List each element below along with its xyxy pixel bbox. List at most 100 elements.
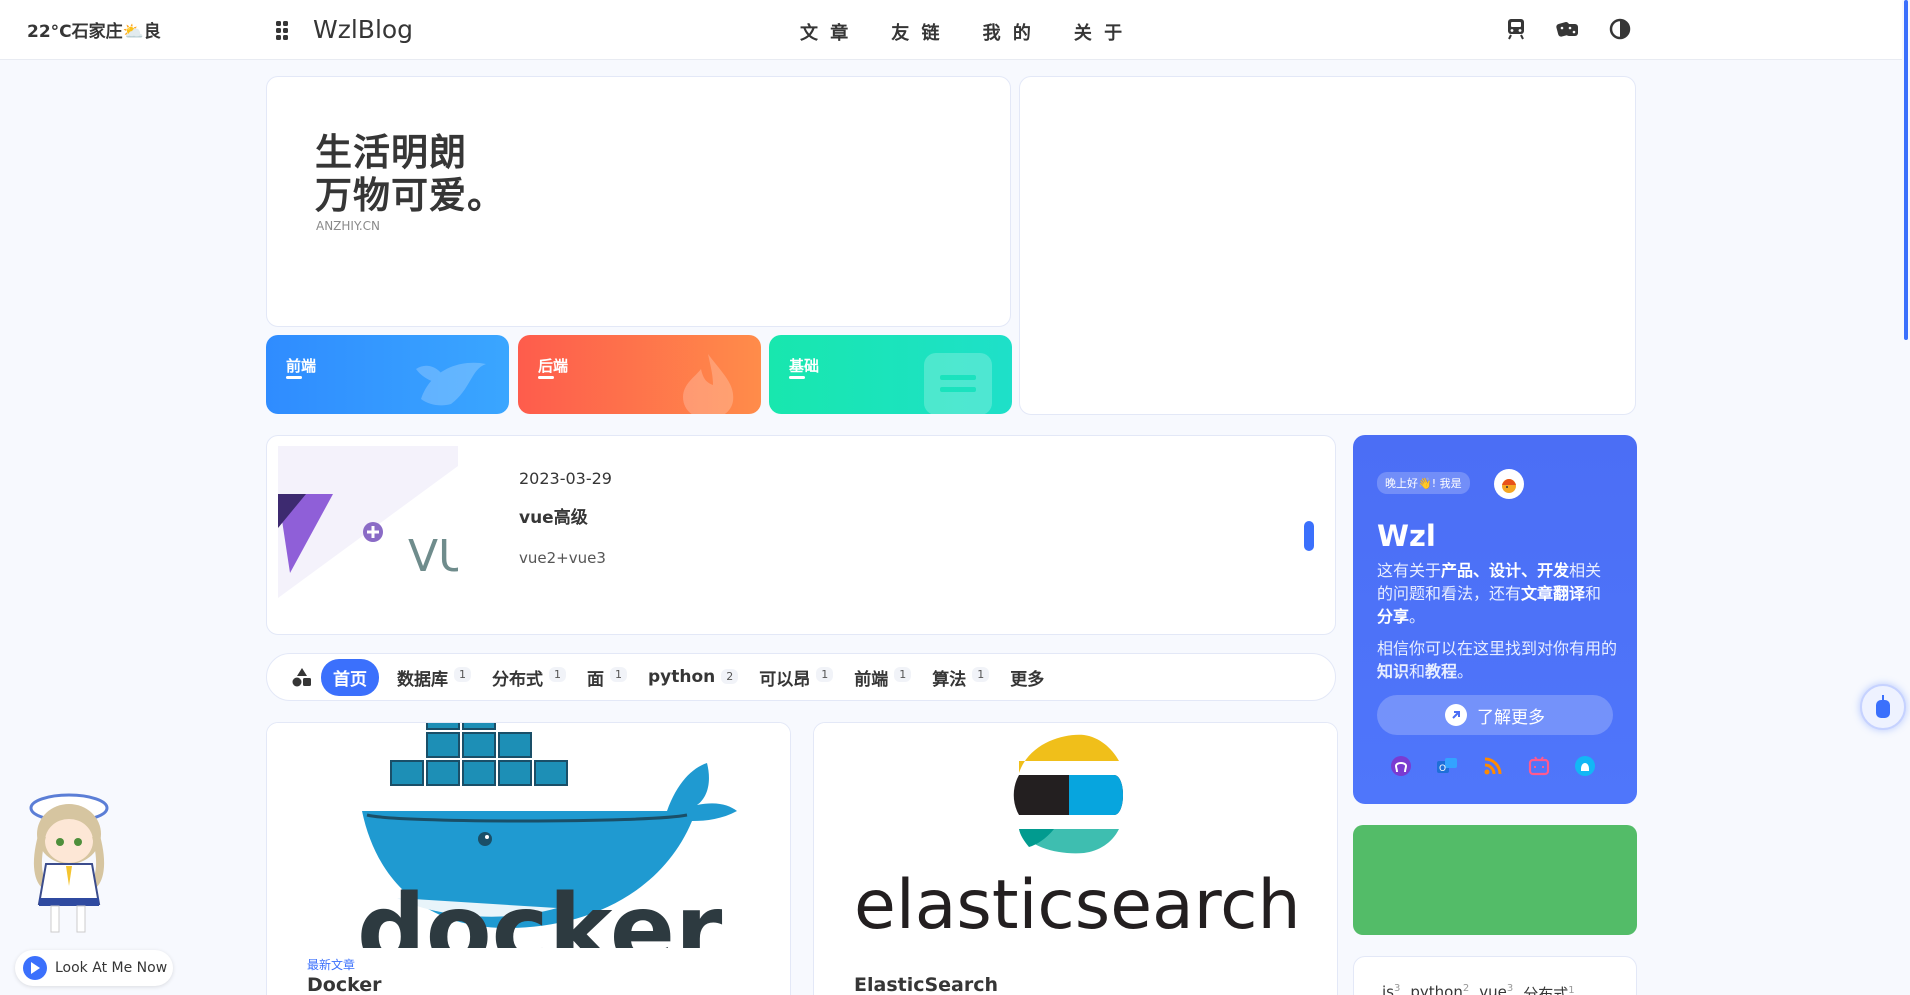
author-description-2: 相信你可以在这里找到对你有用的知识和教程。 (1377, 639, 1618, 681)
category-item[interactable]: 可以昂 1 (759, 665, 834, 690)
elasticsearch-cover-image[interactable]: elasticsearch (814, 723, 1337, 948)
mascot-character[interactable] (14, 786, 124, 936)
featured-post-thumbnail[interactable]: VU (278, 446, 458, 598)
arrow-up-right-icon (1445, 704, 1467, 726)
category-name: 首页 (333, 669, 367, 690)
tag-item[interactable]: vue3 (1479, 983, 1513, 995)
flame-icon (673, 349, 743, 414)
main-nav: 文 章 友 链 我 的 关 于 (800, 19, 1125, 45)
category-name: 分布式 (492, 669, 543, 690)
category-name: 算法 (932, 669, 967, 690)
nav-friend-links[interactable]: 友 链 (891, 19, 942, 45)
category-tile-frontend[interactable]: 前端 (266, 335, 509, 414)
greeting-badge: 晚上好👋! 我是 (1377, 472, 1470, 494)
tile-label: 前端 (286, 357, 317, 375)
music-player[interactable]: Look At Me Now (15, 950, 173, 986)
top-navbar: 22°C石家庄⛅良 WzlBlog 文 章 友 链 我 的 关 于 (0, 0, 1910, 60)
featured-post-date: 2023-03-29 (519, 469, 612, 488)
learn-more-button[interactable]: 了解更多 (1377, 695, 1613, 735)
category-name: 面 (587, 669, 604, 690)
train-icon[interactable] (1503, 16, 1529, 42)
category-item[interactable]: 前端 1 (854, 665, 912, 690)
tile-underline (789, 376, 805, 379)
category-count: 1 (549, 666, 566, 682)
slogan-source: ANZHIY.CN (316, 219, 381, 233)
category-item[interactable]: 数据库 1 (397, 665, 471, 690)
email-icon[interactable]: O (1434, 753, 1460, 779)
tile-underline (286, 376, 302, 379)
featured-post-card[interactable]: VU 2023-03-29 vue高级 vue2+vue3 (266, 435, 1336, 635)
nav-articles[interactable]: 文 章 (800, 19, 851, 45)
docker-cover-text: docker (357, 874, 723, 948)
tile-label: 基础 (789, 357, 820, 375)
github-icon[interactable] (1388, 753, 1414, 779)
category-item[interactable]: python 2 (648, 667, 739, 687)
category-count: 1 (972, 666, 990, 682)
category-count: 1 (454, 666, 471, 682)
post-card-docker[interactable]: docker 最新文章 Docker (266, 722, 791, 995)
post-card-elasticsearch[interactable]: elasticsearch ElasticSearch (813, 722, 1338, 995)
category-tile-backend[interactable]: 后端 (518, 335, 761, 414)
tile-label: 后端 (538, 357, 569, 375)
author-name: Wzl (1377, 519, 1436, 553)
post-title[interactable]: ElasticSearch (854, 974, 998, 995)
post-tag-latest[interactable]: 最新文章 (307, 956, 355, 973)
category-name: 可以昂 (759, 669, 811, 690)
music-title: Look At Me Now (55, 960, 168, 976)
floating-mouse-button[interactable] (1860, 684, 1906, 730)
featured-carousel-indicator[interactable] (1304, 521, 1314, 551)
contrast-icon[interactable] (1607, 16, 1633, 42)
hero-slogan-card: 生活明朗 万物可爱。 ANZHIY.CN (266, 76, 1011, 327)
dice-icon[interactable] (1555, 16, 1581, 42)
social-links: O (1388, 753, 1598, 779)
tag-item[interactable]: js3 (1382, 983, 1400, 995)
category-count: 1 (894, 666, 912, 682)
featured-thumb-text: VU (408, 531, 458, 582)
tag-item[interactable]: 分布式1 (1523, 983, 1574, 995)
book-icon (922, 349, 994, 414)
svg-text:O: O (1439, 764, 1446, 774)
category-item[interactable]: 面1 (587, 665, 627, 690)
category-count: 1 (816, 666, 834, 682)
learn-more-label: 了解更多 (1477, 707, 1545, 728)
category-count: 1 (610, 666, 627, 682)
category-name: python (648, 667, 716, 687)
category-item[interactable]: 算法 1 (932, 665, 990, 690)
tag-item[interactable]: python2 (1410, 983, 1469, 995)
avatar[interactable] (1494, 469, 1524, 499)
author-info-card: 晚上好👋! 我是 Wzl 这有关于产品、设计、开发相关的问题和看法，还有文章翻译… (1353, 435, 1637, 804)
grid-menu-icon[interactable] (273, 18, 291, 42)
hero-right-panel (1019, 76, 1636, 415)
qq-icon[interactable] (1572, 753, 1598, 779)
tag-cloud-card: js3 python2 vue3 分布式1 (1353, 956, 1637, 995)
featured-post-title[interactable]: vue高级 (519, 503, 588, 528)
category-name: 更多 (1010, 669, 1045, 690)
weather-widget: 22°C石家庄⛅良 (27, 22, 161, 42)
bilibili-icon[interactable] (1526, 753, 1552, 779)
category-name: 数据库 (397, 669, 448, 690)
rss-icon[interactable] (1480, 753, 1506, 779)
post-title[interactable]: Docker (307, 974, 381, 995)
mouse-icon (1876, 695, 1890, 718)
site-title[interactable]: WzlBlog (313, 15, 413, 44)
tile-underline (538, 376, 554, 379)
docker-cover-image[interactable]: docker (267, 723, 790, 948)
slogan-line-2: 万物可爱。 (315, 174, 505, 217)
sidebar-green-card (1353, 825, 1637, 935)
elasticsearch-cover-text: elasticsearch (854, 866, 1301, 945)
featured-post-description: vue2+vue3 (519, 549, 606, 567)
category-home[interactable]: 首页 (321, 658, 379, 696)
category-tile-basics[interactable]: 基础 (769, 335, 1012, 414)
nav-about[interactable]: 关 于 (1074, 19, 1125, 45)
shapes-icon (291, 666, 313, 688)
play-icon[interactable] (23, 956, 47, 980)
nav-tools (1503, 16, 1633, 42)
bird-icon (411, 349, 491, 413)
category-bar: 首页 数据库 1 分布式 1 面1 python 2 可以昂 1 前端 1 算法 1 更多 (266, 653, 1336, 701)
category-more[interactable]: 更多 (1010, 665, 1044, 690)
category-item[interactable]: 分布式 1 (492, 665, 566, 690)
category-name: 前端 (854, 669, 889, 690)
nav-mine[interactable]: 我 的 (983, 19, 1034, 45)
page-scrollbar-thumb[interactable] (1904, 0, 1908, 340)
category-count: 2 (721, 669, 739, 684)
